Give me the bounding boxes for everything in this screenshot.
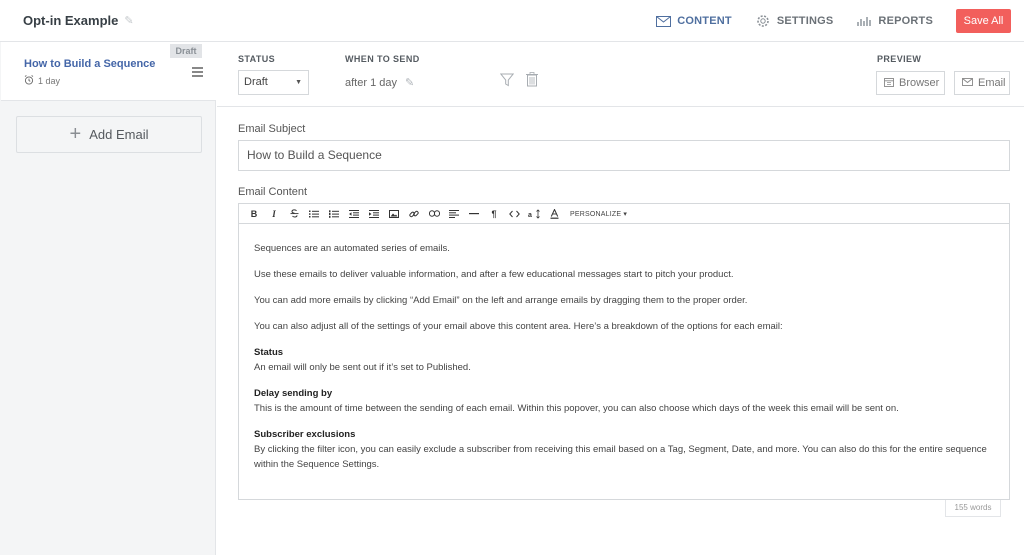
header-nav: CONTENT SETTINGS REPORTS Save All: [655, 0, 1024, 42]
email-delay: 1 day: [24, 75, 60, 87]
svg-text:a: a: [528, 212, 532, 219]
preview-label: PREVIEW: [877, 54, 922, 64]
when-to-send-value[interactable]: after 1 day ✎: [345, 76, 414, 90]
tab-reports[interactable]: REPORTS: [856, 14, 933, 28]
tab-reports-label: REPORTS: [878, 15, 933, 27]
alarm-clock-icon: [24, 75, 34, 87]
email-content-label: Email Content: [238, 186, 308, 198]
bold-button[interactable]: B: [244, 205, 264, 223]
tab-content-label: CONTENT: [677, 15, 732, 27]
status-value: Draft: [244, 76, 268, 88]
top-header: Opt-in Example ✎ CONTENT SETTINGS REPORT…: [0, 0, 1024, 42]
email-delay-text: 1 day: [38, 76, 61, 86]
email-content-editor[interactable]: Sequences are an automated series of ema…: [238, 223, 1010, 500]
when-to-send-label: WHEN TO SEND: [345, 54, 420, 64]
bar-chart-icon: [856, 14, 872, 28]
plus-icon: +: [69, 122, 82, 145]
email-name: How to Build a Sequence: [24, 58, 156, 70]
preview-browser-button[interactable]: Browser: [876, 71, 945, 95]
word-count: 155 words: [945, 500, 1001, 517]
preview-email-label: Email: [978, 77, 1006, 89]
sequence-title[interactable]: Opt-in Example ✎: [23, 13, 134, 28]
image-icon[interactable]: [384, 205, 404, 223]
when-to-send-text: after 1 day: [345, 76, 397, 89]
add-email-button[interactable]: + Add Email: [16, 116, 202, 153]
save-all-button[interactable]: Save All: [956, 9, 1011, 33]
drag-handle-icon[interactable]: [192, 67, 203, 79]
preview-browser-label: Browser: [899, 77, 940, 89]
trash-icon[interactable]: [526, 72, 538, 90]
indent-icon[interactable]: [364, 205, 384, 223]
unlink-icon[interactable]: [424, 205, 444, 223]
envelope-icon: [962, 77, 973, 89]
content-paragraph: Sequences are an automated series of ema…: [254, 243, 450, 254]
content-paragraph: Use these emails to deliver valuable inf…: [254, 269, 734, 280]
draft-badge: Draft: [170, 44, 202, 58]
pencil-icon[interactable]: ✎: [124, 14, 133, 27]
email-list-item[interactable]: Draft How to Build a Sequence 1 day: [1, 42, 216, 101]
paragraph-icon[interactable]: ¶: [484, 205, 504, 223]
status-select[interactable]: Draft ▼: [238, 70, 309, 95]
calendar-icon: [884, 77, 894, 90]
content-heading: Subscriber exclusions: [254, 429, 356, 440]
email-controls: STATUS Draft ▼ WHEN TO SEND after 1 day …: [217, 42, 1024, 107]
personalize-dropdown[interactable]: PERSONALIZE ▾: [564, 205, 627, 223]
envelope-icon: [655, 14, 671, 28]
content-body: An email will only be sent out if it’s s…: [254, 362, 471, 373]
horizontal-rule-icon[interactable]: [464, 205, 484, 223]
pencil-icon[interactable]: ✎: [405, 76, 414, 89]
tab-content[interactable]: CONTENT: [655, 14, 732, 28]
outdent-icon[interactable]: [344, 205, 364, 223]
link-icon[interactable]: [404, 205, 424, 223]
content-paragraph: You can also adjust all of the settings …: [254, 321, 783, 332]
email-subject-label: Email Subject: [238, 123, 306, 135]
code-icon[interactable]: [504, 205, 524, 223]
numbered-list-icon[interactable]: [324, 205, 344, 223]
preview-email-button[interactable]: Email: [954, 71, 1010, 95]
email-subject-input[interactable]: How to Build a Sequence: [238, 140, 1010, 171]
editor-toolbar: B I ¶ a PERSONALIZE ▾: [238, 203, 1010, 223]
tab-settings[interactable]: SETTINGS: [755, 14, 834, 28]
content-heading: Delay sending by: [254, 388, 333, 399]
content-paragraph: You can add more emails by clicking “Add…: [254, 295, 748, 306]
align-left-icon[interactable]: [444, 205, 464, 223]
italic-button[interactable]: I: [264, 205, 284, 223]
status-label: STATUS: [238, 54, 276, 64]
caret-down-icon: ▼: [295, 79, 302, 86]
text-color-icon[interactable]: [544, 205, 564, 223]
content-body: This is the amount of time between the s…: [254, 403, 899, 414]
add-email-label: Add Email: [89, 127, 149, 142]
sequence-title-text: Opt-in Example: [23, 13, 119, 28]
email-sidebar: Draft How to Build a Sequence 1 day + Ad…: [0, 42, 216, 555]
tab-settings-label: SETTINGS: [776, 15, 834, 27]
line-height-icon[interactable]: a: [524, 205, 544, 223]
gear-icon: [755, 14, 771, 28]
strikethrough-icon[interactable]: [284, 205, 304, 223]
content-heading: Status: [254, 347, 284, 358]
filter-icon[interactable]: [499, 73, 515, 90]
content-body: By clicking the filter icon, you can eas…: [254, 444, 987, 470]
bullet-list-icon[interactable]: [304, 205, 324, 223]
